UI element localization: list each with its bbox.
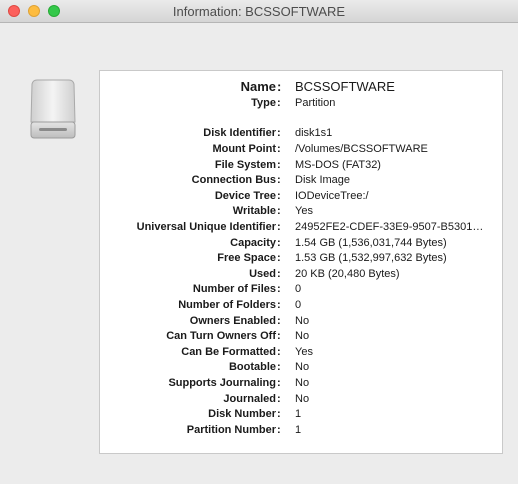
info-key: Capacity: [230, 237, 276, 249]
info-key: Can Turn Owners Off: [166, 330, 276, 342]
info-colon: :: [277, 299, 281, 311]
info-value: Yes: [295, 205, 313, 217]
info-key: Can Be Formatted: [181, 346, 276, 358]
info-colon: :: [277, 79, 282, 94]
info-row-number-of-files: Number of Files : 0: [100, 281, 502, 297]
info-value: 24952FE2-CDEF-33E9-9507-B5301…: [295, 221, 484, 233]
info-value: Partition: [295, 97, 336, 109]
info-row-bootable: Bootable : No: [100, 359, 502, 375]
info-key: Universal Unique Identifier: [136, 221, 276, 233]
info-colon: :: [277, 361, 281, 373]
info-panel: Name : BCSSOFTWARE Type : Partition Disk…: [99, 70, 503, 454]
info-colon: :: [277, 205, 281, 217]
info-colon: :: [277, 315, 281, 327]
info-value: 20 KB (20,480 Bytes): [295, 268, 400, 280]
info-key: Owners Enabled: [189, 315, 276, 327]
info-value: Yes: [295, 346, 313, 358]
info-key: Journaled: [223, 393, 276, 405]
info-row-can-be-formatted: Can Be Formatted : Yes: [100, 344, 502, 360]
info-colon: :: [277, 143, 281, 155]
info-key: Number of Folders: [178, 299, 276, 311]
info-row-owners-enabled: Owners Enabled : No: [100, 313, 502, 329]
info-key: File System: [214, 159, 276, 171]
info-colon: :: [277, 268, 281, 280]
info-key: Mount Point: [212, 143, 276, 155]
info-colon: :: [277, 190, 281, 202]
info-colon: :: [277, 346, 281, 358]
info-row-file-system: File System : MS-DOS (FAT32): [100, 157, 502, 173]
info-row-name: Name : BCSSOFTWARE: [100, 77, 502, 97]
external-drive-icon: [30, 79, 76, 139]
info-row-device-tree: Device Tree : IODeviceTree:/: [100, 188, 502, 204]
info-colon: :: [277, 159, 281, 171]
info-value: 1: [295, 408, 302, 420]
info-key: Type: [251, 97, 276, 109]
info-key: Disk Identifier: [203, 127, 276, 139]
info-value: disk1s1: [295, 127, 333, 139]
info-value: BCSSOFTWARE: [295, 79, 395, 94]
info-row-disk-number: Disk Number : 1: [100, 406, 502, 422]
info-value: No: [295, 330, 310, 342]
info-row-mount-point: Mount Point : /Volumes/BCSSOFTWARE: [100, 141, 502, 157]
info-value: 0: [295, 299, 302, 311]
info-value: 1.53 GB (1,532,997,632 Bytes): [295, 252, 447, 264]
info-row-partition-number: Partition Number : 1: [100, 422, 502, 438]
info-colon: :: [277, 377, 281, 389]
info-colon: :: [277, 237, 281, 249]
info-value: IODeviceTree:/: [295, 190, 369, 202]
info-key: Number of Files: [192, 283, 276, 295]
info-row-free-space: Free Space : 1.53 GB (1,532,997,632 Byte…: [100, 250, 502, 266]
info-row-journaled: Journaled : No: [100, 391, 502, 407]
info-colon: :: [277, 408, 281, 420]
info-row-capacity: Capacity : 1.54 GB (1,536,031,744 Bytes): [100, 235, 502, 251]
info-value: 1.54 GB (1,536,031,744 Bytes): [295, 237, 447, 249]
info-row-type: Type : Partition: [100, 95, 502, 111]
info-colon: :: [277, 127, 281, 139]
info-key: Supports Journaling: [168, 377, 276, 389]
info-key: Device Tree: [214, 190, 276, 202]
info-value: No: [295, 361, 310, 373]
info-key: Name: [240, 79, 276, 94]
info-row-can-turn-owners-off: Can Turn Owners Off : No: [100, 328, 502, 344]
info-colon: :: [277, 330, 281, 342]
info-colon: :: [277, 221, 281, 233]
info-key: Writable: [232, 205, 276, 217]
info-colon: :: [277, 252, 281, 264]
info-row-used: Used : 20 KB (20,480 Bytes): [100, 266, 502, 282]
info-row-uuid: Universal Unique Identifier : 24952FE2-C…: [100, 219, 502, 235]
info-value: /Volumes/BCSSOFTWARE: [295, 143, 428, 155]
info-row-writable: Writable : Yes: [100, 203, 502, 219]
info-key: Bootable: [228, 361, 276, 373]
info-row-supports-journaling: Supports Journaling : No: [100, 375, 502, 391]
info-colon: :: [277, 283, 281, 295]
info-row-connection-bus: Connection Bus : Disk Image: [100, 172, 502, 188]
info-colon: :: [277, 97, 281, 109]
window-title: Information: BCSSOFTWARE: [172, 4, 346, 19]
info-value: Disk Image: [295, 174, 351, 186]
info-key: Used: [249, 268, 276, 280]
info-key: Disk Number: [208, 408, 276, 420]
info-colon: :: [277, 393, 281, 405]
info-key: Partition Number: [186, 424, 276, 436]
info-colon: :: [277, 424, 281, 436]
info-key: Free Space: [217, 252, 276, 264]
info-value: No: [295, 377, 310, 389]
info-row-number-of-folders: Number of Folders : 0: [100, 297, 502, 313]
title-bar[interactable]: Information: BCSSOFTWARE: [0, 0, 518, 23]
info-row-disk-identifier: Disk Identifier : disk1s1: [100, 125, 502, 141]
info-value: 1: [295, 424, 302, 436]
info-value: No: [295, 315, 310, 327]
info-colon: :: [277, 174, 281, 186]
info-key: Connection Bus: [191, 174, 276, 186]
info-value: MS-DOS (FAT32): [295, 159, 381, 171]
info-value: 0: [295, 283, 302, 295]
info-value: No: [295, 393, 310, 405]
